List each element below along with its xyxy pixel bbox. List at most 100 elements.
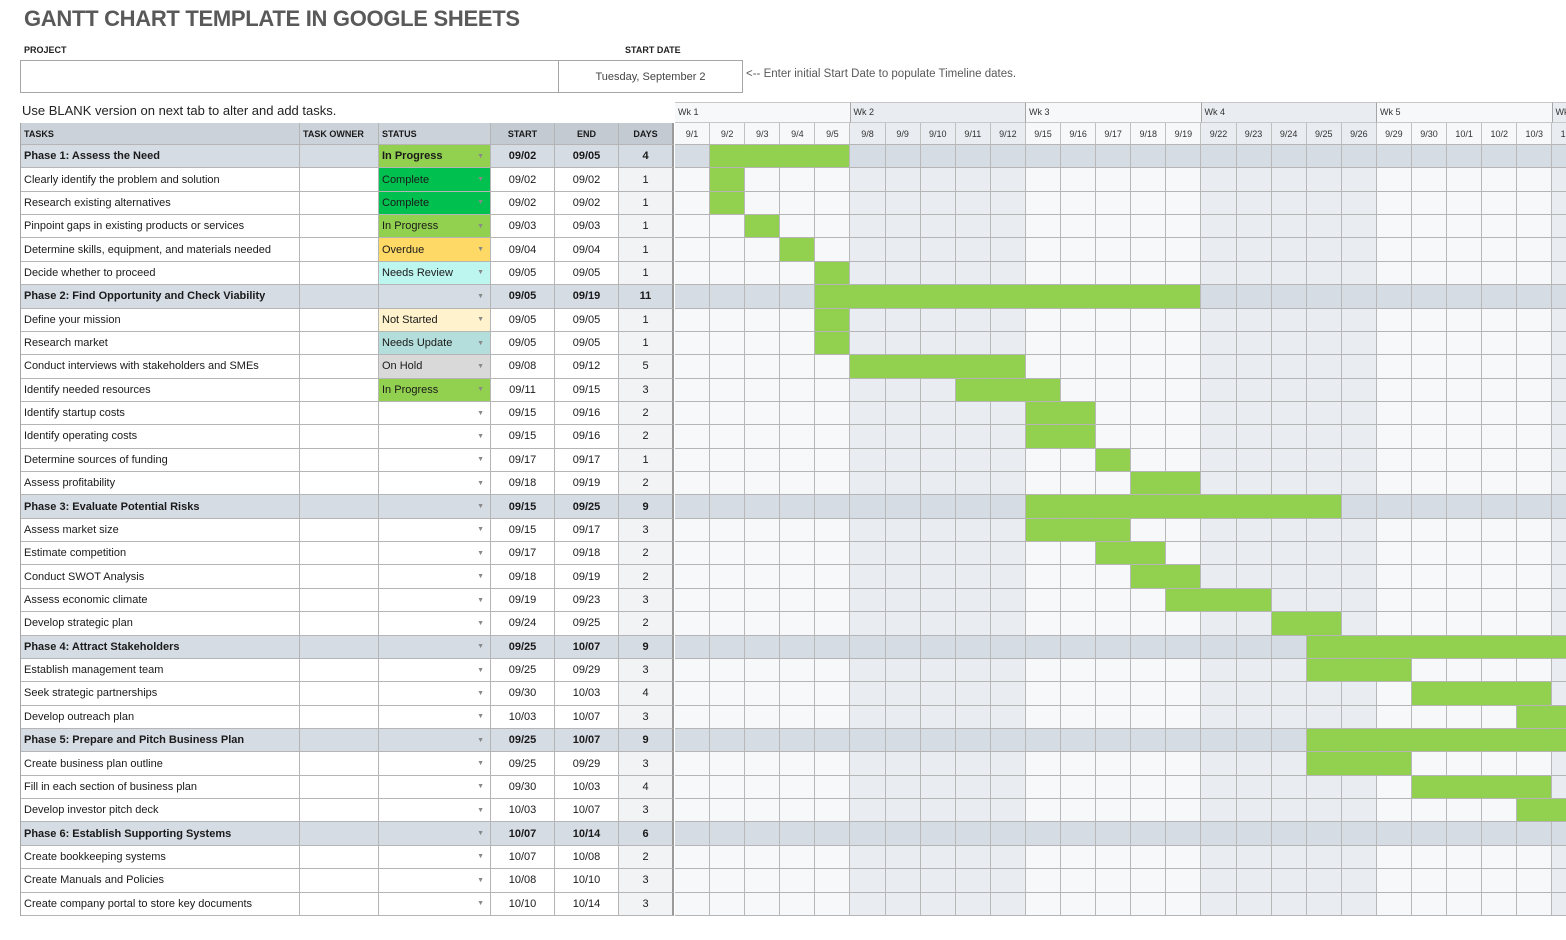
end-date-cell[interactable]: 09/17 [555, 448, 619, 473]
task-name-cell[interactable]: Identify needed resources [21, 378, 300, 402]
task-owner-cell[interactable] [300, 215, 379, 239]
end-date-cell[interactable]: 10/07 [555, 635, 619, 659]
task-owner-cell[interactable] [300, 518, 379, 543]
start-date-cell[interactable]: 09/05 [491, 285, 555, 309]
task-owner-cell[interactable] [300, 472, 379, 496]
end-date-cell[interactable]: 09/05 [555, 145, 619, 169]
status-dropdown[interactable]: ▼ [379, 425, 491, 449]
end-date-cell[interactable]: 09/25 [555, 495, 619, 519]
dropdown-arrow-icon[interactable]: ▼ [477, 760, 484, 767]
project-input[interactable] [20, 60, 558, 93]
status-dropdown[interactable]: Needs Update ▼ [379, 331, 491, 356]
start-date-cell[interactable]: 09/11 [491, 378, 555, 402]
start-date-cell[interactable]: 09/24 [491, 612, 555, 636]
task-name-cell[interactable]: Create business plan outline [21, 752, 300, 776]
task-name-cell[interactable]: Phase 6: Establish Supporting Systems [21, 822, 300, 846]
task-owner-cell[interactable] [300, 705, 379, 729]
task-owner-cell[interactable] [300, 448, 379, 473]
dropdown-arrow-icon[interactable]: ▼ [477, 386, 484, 393]
dropdown-arrow-icon[interactable]: ▼ [477, 433, 484, 440]
task-name-cell[interactable]: Develop strategic plan [21, 612, 300, 636]
end-date-cell[interactable]: 09/18 [555, 542, 619, 566]
dropdown-arrow-icon[interactable]: ▼ [477, 877, 484, 884]
status-dropdown[interactable]: ▼ [379, 612, 491, 636]
task-name-cell[interactable]: Define your mission [21, 308, 300, 332]
task-name-cell[interactable]: Determine skills, equipment, and materia… [21, 238, 300, 262]
dropdown-arrow-icon[interactable]: ▼ [477, 456, 484, 463]
task-owner-cell[interactable] [300, 728, 379, 753]
task-owner-cell[interactable] [300, 565, 379, 589]
end-date-cell[interactable]: 09/02 [555, 168, 619, 192]
status-dropdown[interactable]: In Progress ▼ [379, 145, 491, 169]
task-owner-cell[interactable] [300, 168, 379, 192]
end-date-cell[interactable]: 09/29 [555, 658, 619, 683]
start-date-cell[interactable]: 09/25 [491, 752, 555, 776]
start-date-cell[interactable]: 09/25 [491, 658, 555, 683]
task-owner-cell[interactable] [300, 331, 379, 356]
start-date-cell[interactable]: 09/17 [491, 542, 555, 566]
start-date-cell[interactable]: 09/15 [491, 495, 555, 519]
task-owner-cell[interactable] [300, 145, 379, 169]
end-date-cell[interactable]: 10/10 [555, 869, 619, 893]
start-date-cell[interactable]: 09/03 [491, 215, 555, 239]
task-name-cell[interactable]: Assess profitability [21, 472, 300, 496]
task-name-cell[interactable]: Establish management team [21, 658, 300, 683]
task-owner-cell[interactable] [300, 588, 379, 613]
start-date-cell[interactable]: 10/07 [491, 845, 555, 870]
end-date-cell[interactable]: 09/17 [555, 518, 619, 543]
end-date-cell[interactable]: 09/03 [555, 215, 619, 239]
dropdown-arrow-icon[interactable]: ▼ [477, 807, 484, 814]
end-date-cell[interactable]: 10/03 [555, 682, 619, 706]
end-date-cell[interactable]: 10/07 [555, 705, 619, 729]
dropdown-arrow-icon[interactable]: ▼ [477, 526, 484, 533]
status-dropdown[interactable]: On Hold ▼ [379, 355, 491, 379]
end-date-cell[interactable]: 09/23 [555, 588, 619, 613]
dropdown-arrow-icon[interactable]: ▼ [477, 246, 484, 253]
task-owner-cell[interactable] [300, 378, 379, 402]
start-date-cell[interactable]: 09/04 [491, 238, 555, 262]
task-owner-cell[interactable] [300, 401, 379, 426]
task-name-cell[interactable]: Assess economic climate [21, 588, 300, 613]
start-date-cell[interactable]: 09/15 [491, 401, 555, 426]
dropdown-arrow-icon[interactable]: ▼ [477, 597, 484, 604]
task-owner-cell[interactable] [300, 682, 379, 706]
dropdown-arrow-icon[interactable]: ▼ [477, 153, 484, 160]
dropdown-arrow-icon[interactable]: ▼ [477, 480, 484, 487]
task-owner-cell[interactable] [300, 308, 379, 332]
dropdown-arrow-icon[interactable]: ▼ [477, 223, 484, 230]
task-name-cell[interactable]: Phase 5: Prepare and Pitch Business Plan [21, 728, 300, 753]
task-name-cell[interactable]: Phase 4: Attract Stakeholders [21, 635, 300, 659]
end-date-cell[interactable]: 09/19 [555, 285, 619, 309]
task-owner-cell[interactable] [300, 238, 379, 262]
start-date-cell[interactable]: 09/30 [491, 682, 555, 706]
status-dropdown[interactable]: ▼ [379, 635, 491, 659]
status-dropdown[interactable]: ▼ [379, 845, 491, 870]
status-dropdown[interactable]: ▼ [379, 658, 491, 683]
end-date-cell[interactable]: 10/07 [555, 799, 619, 823]
task-owner-cell[interactable] [300, 425, 379, 449]
task-name-cell[interactable]: Phase 2: Find Opportunity and Check Viab… [21, 285, 300, 309]
start-date-cell[interactable]: 09/30 [491, 775, 555, 800]
end-date-cell[interactable]: 10/14 [555, 892, 619, 916]
task-name-cell[interactable]: Pinpoint gaps in existing products or se… [21, 215, 300, 239]
start-date-cell[interactable]: 09/25 [491, 635, 555, 659]
dropdown-arrow-icon[interactable]: ▼ [477, 340, 484, 347]
task-owner-cell[interactable] [300, 822, 379, 846]
end-date-cell[interactable]: 09/25 [555, 612, 619, 636]
end-date-cell[interactable]: 09/05 [555, 331, 619, 356]
task-owner-cell[interactable] [300, 285, 379, 309]
task-owner-cell[interactable] [300, 775, 379, 800]
end-date-cell[interactable]: 09/15 [555, 378, 619, 402]
start-date-cell[interactable]: 09/08 [491, 355, 555, 379]
status-dropdown[interactable]: In Progress ▼ [379, 378, 491, 402]
status-dropdown[interactable]: ▼ [379, 822, 491, 846]
task-owner-cell[interactable] [300, 658, 379, 683]
status-dropdown[interactable]: ▼ [379, 518, 491, 543]
end-date-cell[interactable]: 10/07 [555, 728, 619, 753]
task-owner-cell[interactable] [300, 355, 379, 379]
status-dropdown[interactable]: ▼ [379, 401, 491, 426]
status-dropdown[interactable]: ▼ [379, 869, 491, 893]
task-name-cell[interactable]: Develop outreach plan [21, 705, 300, 729]
status-dropdown[interactable]: ▼ [379, 285, 491, 309]
start-date-cell[interactable]: 09/19 [491, 588, 555, 613]
